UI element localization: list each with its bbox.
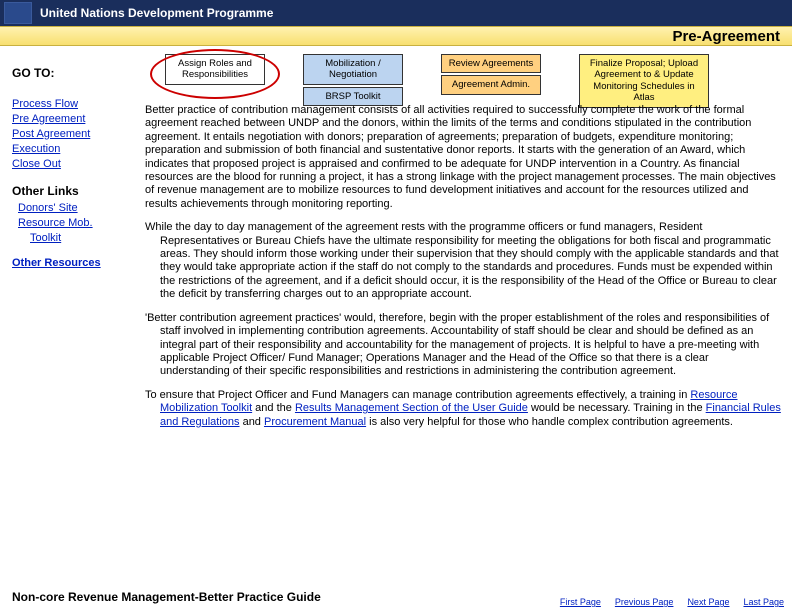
flow-review-agreements[interactable]: Review Agreements [441,54,541,73]
nav-previous-page[interactable]: Previous Page [615,598,674,608]
nav-next-page[interactable]: Next Page [687,598,729,608]
nav-execution[interactable]: Execution [12,143,134,155]
other-links-heading: Other Links [12,184,134,198]
link-results-management-section[interactable]: Results Management Section of the User G… [295,402,528,414]
link-procurement-manual[interactable]: Procurement Manual [264,416,366,428]
paragraph-1: Better practice of contribution manageme… [145,104,781,211]
footer-title: Non-core Revenue Management-Better Pract… [12,590,321,604]
paragraph-2: While the day to day management of the a… [145,221,781,301]
flow-agreement-admin[interactable]: Agreement Admin. [441,75,541,94]
page-title: Pre-Agreement [672,28,780,45]
nav-other-resources[interactable]: Other Resources [12,257,134,269]
nav-last-page[interactable]: Last Page [743,598,784,608]
undp-logo-icon [4,2,32,24]
paragraph-4: To ensure that Project Officer and Fund … [145,389,781,429]
footer-nav: First Page Previous Page Next Page Last … [560,598,784,608]
nav-pre-agreement[interactable]: Pre Agreement [12,113,134,125]
p4-text-e: is also very helpful for those who handl… [366,416,733,428]
nav-post-agreement[interactable]: Post Agreement [12,128,134,140]
nav-close-out[interactable]: Close Out [12,158,134,170]
body-text: Better practice of contribution manageme… [145,104,781,439]
p4-text-d: and [240,416,264,428]
goto-heading: GO TO: [12,66,134,80]
header-org: United Nations Development Programme [40,6,273,20]
p4-text-a: To ensure that Project Officer and Fund … [145,389,690,401]
nav-donors-site[interactable]: Donors' Site [18,202,134,214]
nav-toolkit[interactable]: Toolkit [30,232,134,244]
left-nav: GO TO: Process Flow Pre Agreement Post A… [12,66,134,272]
nav-first-page[interactable]: First Page [560,598,601,608]
page-title-bar: Pre-Agreement [0,26,792,46]
p4-text-c: would be necessary. Training in the [528,402,706,414]
flow-finalize-proposal[interactable]: Finalize Proposal; Upload Agreement to &… [579,54,709,108]
flow-row: Assign Roles and Responsibilities Mobili… [165,54,709,108]
nav-resource-mob[interactable]: Resource Mob. [18,217,134,229]
nav-process-flow[interactable]: Process Flow [12,98,134,110]
flow-assign-roles[interactable]: Assign Roles and Responsibilities [165,54,265,85]
paragraph-3: 'Better contribution agreement practices… [145,312,781,379]
flow-mobilization[interactable]: Mobilization / Negotiation [303,54,403,85]
p4-text-b: and the [252,402,295,414]
header-bar: United Nations Development Programme [0,0,792,26]
